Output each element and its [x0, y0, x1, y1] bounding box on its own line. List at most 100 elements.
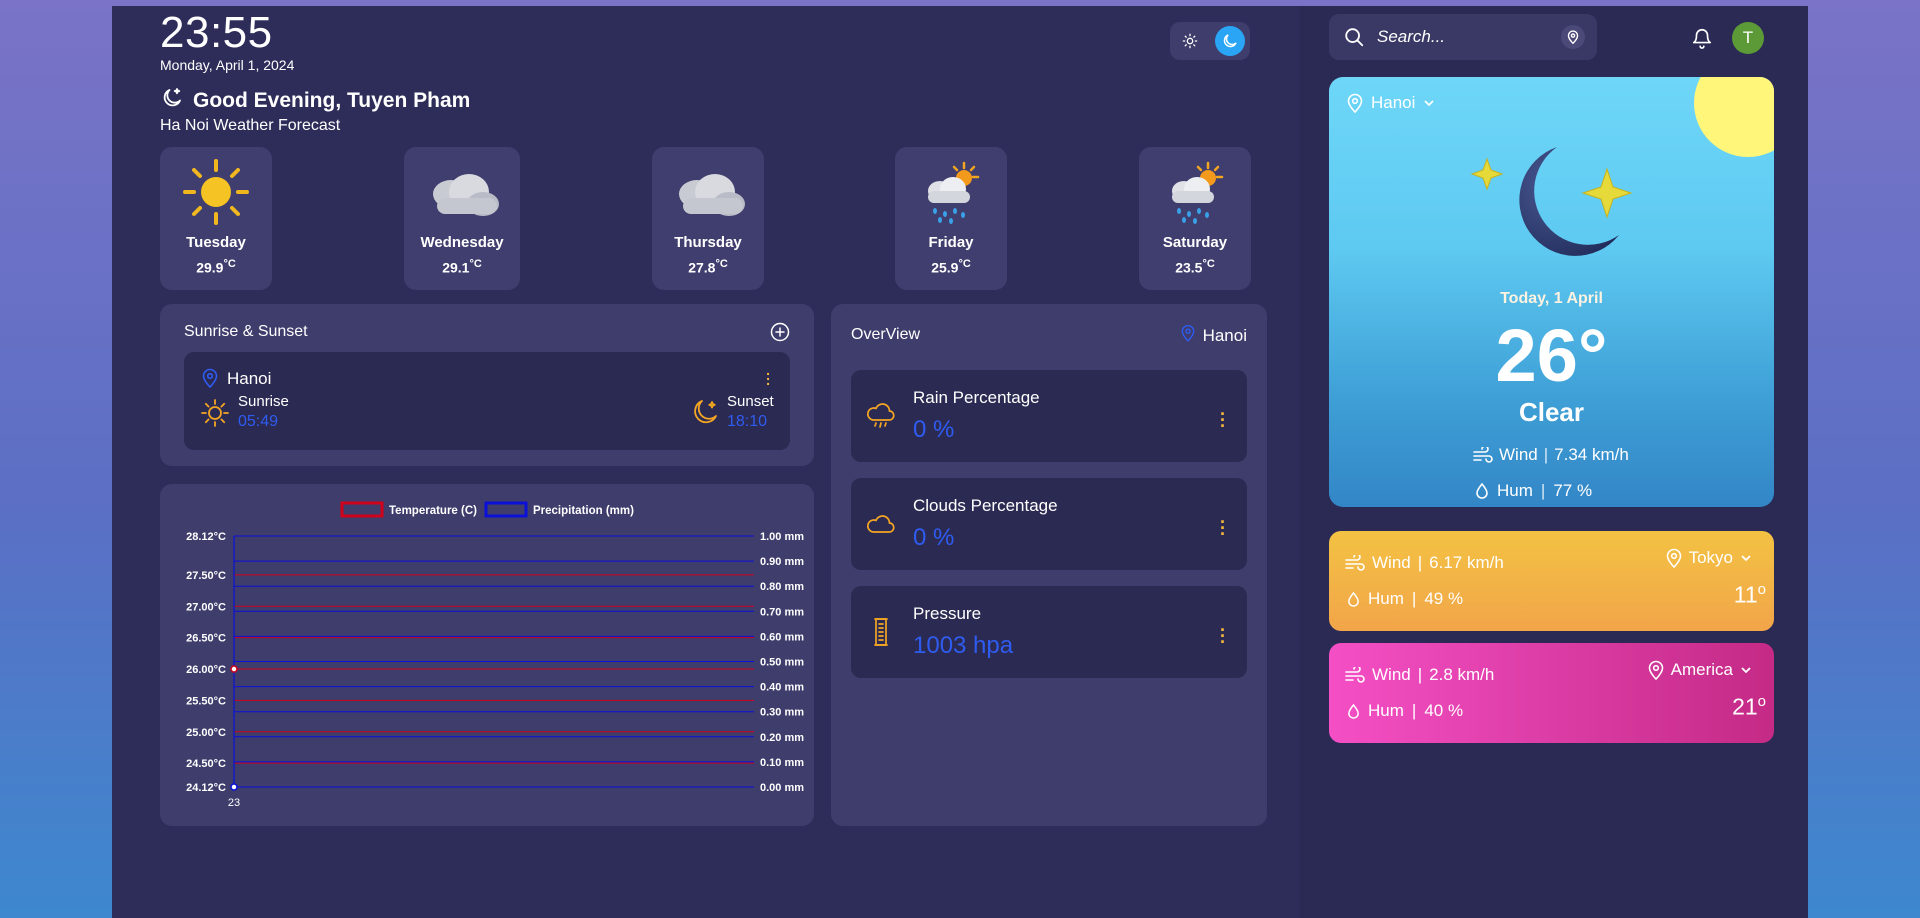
wind-icon [1473, 447, 1493, 463]
city-card-america[interactable]: Wind | 2.8 km/h Hum | 40 % America 21o [1329, 643, 1774, 743]
forecast-day: Tuesday [186, 234, 246, 251]
wind-icon [1345, 555, 1365, 571]
overview-city: Hanoi [1202, 325, 1247, 345]
avatar[interactable]: T [1732, 22, 1764, 54]
app-window: 23:55 Monday, April 1, 2024 Good Evening… [112, 6, 1808, 918]
city-humidity: Hum | 40 % [1347, 701, 1463, 721]
forecast-temp: 23.5°C [1175, 258, 1215, 276]
city-wind: Wind | 2.8 km/h [1345, 665, 1494, 685]
sidebar: T Hanoi Today, 1 April 26° Clear [1299, 6, 1808, 918]
y-left-tick-label: 28.12°C [186, 531, 226, 543]
clock-time: 23:55 [160, 8, 273, 57]
y-right-tick-label: 0.70 mm [760, 606, 804, 618]
hero-city: Hanoi [1371, 93, 1416, 112]
theme-toggle[interactable] [1170, 22, 1250, 60]
pressure-card: Pressure 1003 hpa ... [851, 586, 1247, 678]
city-temp: 11o [1733, 581, 1766, 608]
current-weather-card: Hanoi Today, 1 April 26° Clear Wind | 7.34… [1329, 77, 1774, 507]
location-pin-icon [202, 368, 218, 393]
overview-panel: OverView Hanoi Rain Percentage 0 % ... C… [831, 304, 1267, 826]
cloud-icon [404, 153, 520, 231]
hero-temperature: 26° [1495, 314, 1608, 397]
greeting: Good Evening, Tuyen Pham [160, 86, 470, 116]
hero-wind: Wind | 7.34 km/h [1473, 445, 1629, 465]
forecast-day: Thursday [674, 234, 742, 251]
pressure-value: 1003 hpa [913, 632, 1014, 659]
sunrise-sunset-card: Hanoi ... Sunrise 05:49 Sunset 18:10 [184, 352, 790, 450]
overview-location[interactable]: Hanoi [1181, 324, 1247, 347]
bell-icon[interactable] [1691, 26, 1713, 55]
forecast-card-tuesday[interactable]: Tuesday 29.9°C [160, 147, 272, 290]
city-card-tokyo[interactable]: Wind | 6.17 km/h Hum | 49 % Tokyo 11o [1329, 531, 1774, 631]
y-left-tick-label: 27.00°C [186, 601, 226, 613]
dark-mode-button[interactable] [1215, 26, 1245, 56]
humidity-drop-icon [1476, 483, 1488, 499]
x-tick-label: 23 [228, 797, 240, 809]
forecast-day: Friday [928, 234, 974, 251]
forecast-day: Saturday [1162, 234, 1228, 251]
forecast-card-saturday[interactable]: Saturday 23.5°C [1139, 147, 1251, 290]
precipitation-point [230, 783, 238, 791]
search-input[interactable] [1377, 27, 1547, 47]
city-temp: 21o [1732, 693, 1766, 720]
city-select-tokyo[interactable]: Tokyo [1666, 548, 1752, 568]
legend-swatch [340, 501, 384, 518]
location-pin-icon [1181, 324, 1195, 347]
sunset-time: 18:10 [727, 413, 768, 430]
forecast-card-thursday[interactable]: Thursday 27.8°C [652, 147, 764, 290]
more-options-icon[interactable]: ... [1220, 508, 1225, 538]
overview-title: OverView [851, 326, 921, 343]
chevron-down-icon [1424, 100, 1435, 107]
location-pin-icon [1666, 548, 1681, 568]
forecast-temp: 29.9°C [196, 258, 236, 276]
wind-icon [1345, 667, 1365, 683]
humidity-drop-icon [1348, 591, 1359, 607]
main-panel: 23:55 Monday, April 1, 2024 Good Evening… [112, 6, 1299, 918]
rain-sun-icon [895, 153, 1007, 231]
y-right-tick-label: 0.90 mm [760, 556, 804, 568]
more-options-icon[interactable]: ... [1220, 616, 1225, 646]
y-right-tick-label: 0.10 mm [760, 757, 804, 769]
forecast-temp: 27.8°C [688, 258, 728, 276]
hero-condition: Clear [1518, 397, 1585, 427]
forecast-card-friday[interactable]: Friday 25.9°C [895, 147, 1007, 290]
rain-label: Rain Percentage [913, 388, 1040, 407]
y-left-tick-label: 24.12°C [186, 782, 226, 794]
y-left-tick-label: 26.50°C [186, 633, 226, 645]
legend-swatch [484, 501, 528, 518]
sunrise-city: Hanoi [227, 369, 272, 388]
sunrise-time: 05:49 [238, 413, 279, 430]
chevron-down-icon [1741, 667, 1751, 674]
search-icon[interactable] [1343, 26, 1365, 48]
forecast-temp: 25.9°C [931, 258, 971, 276]
greeting-text: Good Evening, Tuyen Pham [193, 89, 471, 112]
pressure-label: Pressure [913, 604, 982, 623]
hero-date: Today, 1 April [1500, 290, 1603, 307]
y-right-tick-label: 0.20 mm [760, 732, 804, 744]
more-options-icon[interactable]: ... [766, 363, 770, 387]
cloud-icon [652, 153, 764, 231]
city-humidity: Hum | 49 % [1347, 589, 1463, 609]
sun-icon [160, 153, 272, 231]
rain-sun-icon [1139, 153, 1251, 231]
chevron-down-icon [1741, 555, 1751, 562]
sunset-moon-icon [690, 396, 722, 433]
chart-panel: Temperature (C) Precipitation (mm) 1.00 mm… [160, 484, 814, 826]
search-bar[interactable] [1329, 14, 1597, 60]
forecast-temp: 29.1°C [442, 258, 482, 276]
y-right-tick-label: 0.50 mm [760, 657, 804, 669]
hero-humidity: Hum | 77 % [1475, 481, 1592, 501]
y-right-tick-label: 0.40 mm [760, 682, 804, 694]
forecast-card-wednesday[interactable]: Wednesday 29.1°C [404, 147, 520, 290]
rain-percentage-card: Rain Percentage 0 % ... [851, 370, 1247, 462]
location-target-icon[interactable] [1561, 25, 1585, 49]
more-options-icon[interactable]: ... [1220, 400, 1225, 430]
y-left-tick-label: 27.50°C [186, 570, 226, 582]
light-mode-button[interactable] [1175, 26, 1205, 56]
sun-decoration-icon [1694, 77, 1774, 157]
add-city-button[interactable] [770, 322, 790, 347]
city-wind: Wind | 6.17 km/h [1345, 553, 1504, 573]
hero-city-select[interactable]: Hanoi [1347, 93, 1435, 113]
y-left-tick-label: 25.50°C [186, 695, 226, 707]
city-select-america[interactable]: America [1648, 660, 1752, 680]
